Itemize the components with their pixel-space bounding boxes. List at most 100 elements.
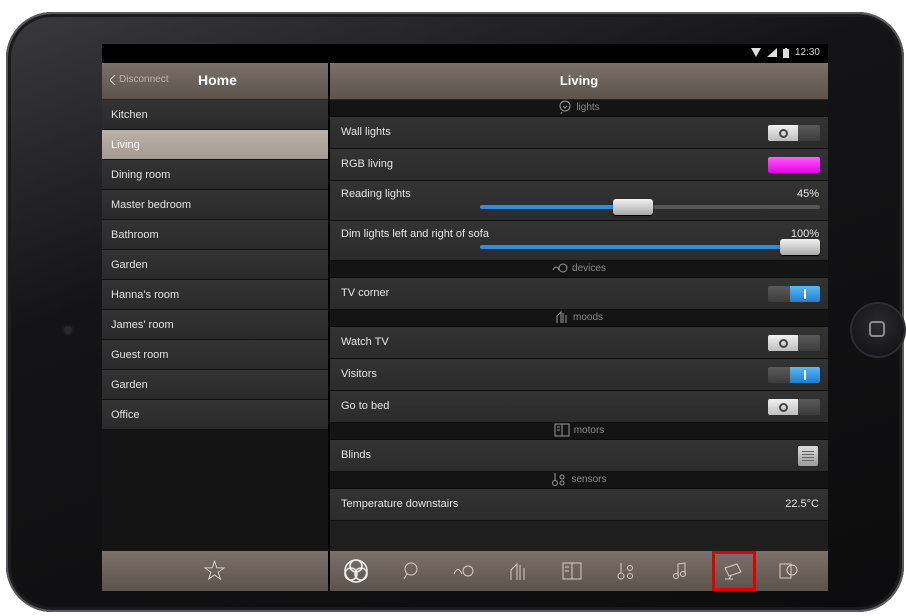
page-title: Living — [559, 73, 599, 88]
room-item-garden-2[interactable]: Garden — [102, 370, 328, 400]
tab-settings[interactable] — [766, 551, 810, 591]
sensor-value: 22.5°C — [785, 498, 819, 510]
room-item-guest-room[interactable]: Guest room — [102, 340, 328, 370]
control-label: Temperature downstairs — [341, 498, 459, 510]
room-item-garden[interactable]: Garden — [102, 250, 328, 280]
lights-icon — [400, 561, 420, 581]
room-item-bathroom[interactable]: Bathroom — [102, 220, 328, 250]
section-devices-label: devices — [572, 263, 606, 274]
room-item-james-room[interactable]: James' room — [102, 310, 328, 340]
tab-motors[interactable] — [550, 551, 594, 591]
room-item-dining-room[interactable]: Dining room — [102, 160, 328, 190]
disconnect-label: Disconnect — [119, 74, 169, 85]
slider-fill — [480, 245, 800, 249]
control-row-watch-tv: Watch TV — [330, 327, 828, 359]
window-icon — [554, 423, 570, 437]
dim-lights-slider[interactable] — [480, 239, 820, 255]
sensors-icon — [616, 561, 636, 581]
room-item-master-bedroom[interactable]: Master bedroom — [102, 190, 328, 220]
clock: 12:30 — [794, 47, 820, 58]
tab-lights[interactable] — [388, 551, 432, 591]
section-lights: lights — [330, 100, 828, 117]
section-motors-label: motors — [573, 425, 605, 436]
slider-value: 45% — [796, 188, 819, 200]
control-label: Dim lights left and right of sofa — [341, 228, 489, 240]
control-label: Visitors — [341, 368, 377, 380]
cameras-icon — [723, 562, 745, 580]
control-row-reading-lights: Reading lights 45% — [330, 181, 828, 221]
room-item-hannas-room[interactable]: Hanna's room — [102, 280, 328, 310]
section-devices: devices — [330, 261, 828, 278]
room-item-kitchen[interactable]: Kitchen — [102, 100, 328, 130]
control-label: Blinds — [341, 449, 371, 461]
tab-music[interactable] — [658, 551, 702, 591]
room-item-living[interactable]: Living — [102, 130, 328, 160]
thermometer-icon — [551, 472, 567, 487]
section-lights-label: lights — [576, 102, 600, 113]
control-row-visitors: Visitors — [330, 359, 828, 391]
tab-moods[interactable] — [496, 551, 540, 591]
tab-sensors[interactable] — [604, 551, 648, 591]
control-row-wall-lights: Wall lights — [330, 117, 828, 149]
wifi-icon — [750, 48, 761, 57]
main-header: Living — [330, 63, 828, 100]
visitors-toggle[interactable] — [768, 367, 820, 383]
control-label: TV corner — [341, 287, 390, 299]
control-row-blinds: Blinds — [330, 440, 828, 472]
room-list: Kitchen Living Dining room Master bedroo… — [102, 100, 328, 430]
control-label: RGB living — [341, 158, 393, 170]
mood-icon — [555, 310, 569, 324]
motors-icon — [562, 562, 582, 580]
tab-all[interactable] — [334, 551, 378, 591]
home-button[interactable] — [852, 304, 904, 356]
control-row-rgb-living: RGB living — [330, 149, 828, 181]
disconnect-button[interactable]: Disconnect — [110, 74, 168, 85]
sidebar: Disconnect Home Kitchen Living Dining ro… — [102, 63, 328, 591]
chevron-left-icon — [110, 74, 116, 85]
all-icon — [342, 557, 370, 585]
go-to-bed-toggle[interactable] — [768, 399, 820, 415]
sidebar-header: Disconnect Home — [102, 63, 328, 100]
tab-cameras[interactable] — [712, 551, 756, 591]
moods-icon — [509, 561, 527, 581]
sidebar-title: Home — [198, 72, 237, 88]
bulb-icon — [558, 100, 572, 115]
control-label: Wall lights — [341, 126, 391, 138]
battery-icon — [782, 47, 789, 58]
favorites-star-icon[interactable]: ☆ — [202, 557, 227, 585]
control-label: Reading lights — [341, 188, 411, 200]
reading-lights-slider[interactable] — [480, 199, 820, 215]
main-panel: Living lights Wall lights RGB living Rea… — [330, 63, 828, 591]
control-row-go-to-bed: Go to bed — [330, 391, 828, 423]
status-bar: 12:30 — [102, 44, 828, 63]
wall-lights-toggle[interactable] — [768, 125, 820, 141]
control-label: Watch TV — [341, 336, 389, 348]
plug-icon — [552, 262, 568, 274]
blinds-button[interactable] — [798, 446, 818, 466]
sidebar-footer: ☆ — [102, 551, 328, 591]
control-label: Go to bed — [341, 400, 390, 412]
slider-thumb[interactable] — [780, 239, 820, 255]
devices-icon — [453, 563, 475, 579]
signal-icon — [766, 48, 777, 57]
rgb-color-swatch[interactable] — [768, 157, 820, 173]
control-row-temperature: Temperature downstairs 22.5°C — [330, 489, 828, 521]
slider-thumb[interactable] — [613, 199, 653, 215]
section-sensors-label: sensors — [571, 474, 607, 485]
slider-fill — [480, 205, 633, 209]
tv-corner-toggle[interactable] — [768, 286, 820, 302]
camera-icon — [64, 326, 72, 334]
watch-tv-toggle[interactable] — [768, 335, 820, 351]
control-row-dim-lights: Dim lights left and right of sofa 100% — [330, 221, 828, 261]
control-list: lights Wall lights RGB living Reading li… — [330, 100, 828, 521]
section-sensors: sensors — [330, 472, 828, 489]
bottom-tab-bar — [330, 551, 828, 591]
screen: 12:30 Disconnect Home Kitchen Living Din… — [102, 44, 828, 591]
room-item-office[interactable]: Office — [102, 400, 328, 430]
tab-devices[interactable] — [442, 551, 486, 591]
section-motors: motors — [330, 423, 828, 440]
control-row-tv-corner: TV corner — [330, 278, 828, 310]
section-moods-label: moods — [572, 312, 603, 323]
music-icon — [672, 561, 688, 581]
section-moods: moods — [330, 310, 828, 327]
